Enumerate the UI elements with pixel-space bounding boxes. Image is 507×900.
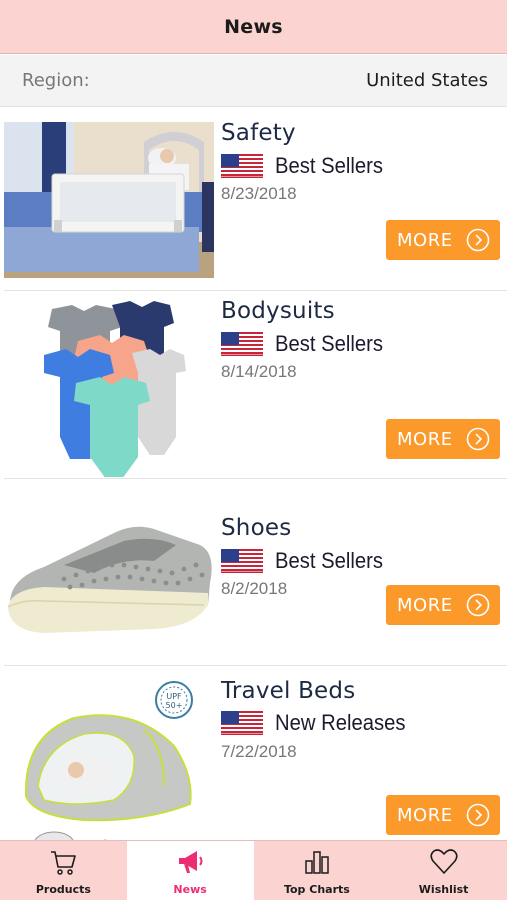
- more-button[interactable]: MORE: [386, 419, 500, 459]
- more-button-label: MORE: [397, 428, 453, 450]
- more-button-label: MORE: [397, 594, 453, 616]
- news-item-category: Shoes: [221, 515, 292, 541]
- tab-wishlist[interactable]: Wishlist: [380, 841, 507, 900]
- svg-text:50+: 50+: [166, 701, 183, 710]
- more-button-label: MORE: [397, 229, 453, 251]
- more-button[interactable]: MORE: [386, 220, 500, 260]
- more-button-label: MORE: [397, 804, 453, 826]
- tab-news[interactable]: News: [126, 841, 254, 900]
- news-item-category: Bodysuits: [221, 298, 335, 324]
- news-item-date: 8/23/2018: [221, 184, 297, 203]
- news-item-bodysuits[interactable]: Bodysuits Best Sellers 8/14/2018 MORE: [0, 291, 507, 479]
- more-button[interactable]: MORE: [386, 795, 500, 835]
- region-selector[interactable]: Region: United States: [0, 55, 507, 107]
- travel-bed-product-image: UPF 50+: [4, 676, 214, 840]
- news-item-travel-beds[interactable]: UPF 50+ Travel Beds New Releases 7/22/20…: [0, 666, 507, 840]
- bed-rail-product-image: [4, 122, 214, 278]
- region-label: Region:: [22, 70, 90, 91]
- us-flag-icon: [221, 332, 263, 356]
- bottom-tab-bar: Products News Top Charts Wishlist: [0, 840, 507, 900]
- tab-label: Wishlist: [418, 883, 469, 896]
- news-item-list-name: Best Sellers: [275, 548, 383, 573]
- svg-text:UPF: UPF: [166, 692, 182, 701]
- tab-products[interactable]: Products: [0, 841, 127, 900]
- tab-label: Products: [35, 883, 91, 896]
- news-list[interactable]: Safety Best Sellers 8/23/2018 MORE Bodys…: [0, 108, 507, 840]
- region-value[interactable]: United States: [366, 70, 488, 91]
- tab-top-charts[interactable]: Top Charts: [253, 841, 381, 900]
- bar-chart-icon: [305, 851, 329, 874]
- more-button[interactable]: MORE: [386, 585, 500, 625]
- cart-icon: [51, 851, 77, 875]
- shoe-product-image: [4, 509, 214, 639]
- tab-label: News: [173, 883, 207, 896]
- tab-label: Top Charts: [283, 883, 350, 896]
- page-title: News: [224, 15, 283, 38]
- news-item-category: Safety: [221, 120, 296, 146]
- news-item-list-name: Best Sellers: [275, 331, 383, 356]
- news-item-date: 8/14/2018: [221, 362, 297, 381]
- us-flag-icon: [221, 549, 263, 573]
- news-item-list-name: Best Sellers: [275, 153, 383, 178]
- news-item-date: 8/2/2018: [221, 579, 288, 598]
- news-item-list-name: New Releases: [275, 710, 406, 735]
- us-flag-icon: [221, 154, 263, 178]
- chevron-right-circle-icon: [466, 228, 490, 252]
- heart-icon: [430, 849, 458, 874]
- news-item-shoes[interactable]: Shoes Best Sellers 8/2/2018 MORE: [0, 479, 507, 666]
- bodysuits-product-image: [4, 297, 214, 477]
- news-item-safety[interactable]: Safety Best Sellers 8/23/2018 MORE: [0, 108, 507, 291]
- news-item-date: 7/22/2018: [221, 742, 297, 761]
- chevron-right-circle-icon: [466, 803, 490, 827]
- news-item-category: Travel Beds: [221, 678, 356, 704]
- header-bar: News: [0, 0, 507, 54]
- megaphone-icon: [179, 851, 203, 873]
- chevron-right-circle-icon: [466, 427, 490, 451]
- us-flag-icon: [221, 711, 263, 735]
- chevron-right-circle-icon: [466, 593, 490, 617]
